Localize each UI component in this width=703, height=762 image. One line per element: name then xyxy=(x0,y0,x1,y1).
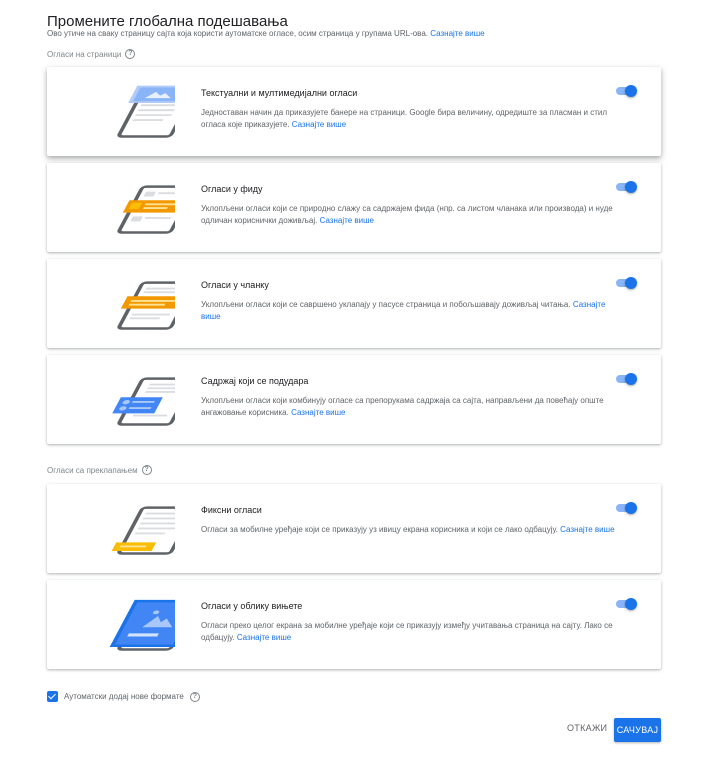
auto-add-formats-checkbox[interactable] xyxy=(47,691,58,702)
card-description: Једноставан начин да приказујете банере … xyxy=(201,107,621,131)
toggle-switch[interactable] xyxy=(615,373,637,385)
phone-banner-illustration-icon xyxy=(117,85,175,138)
ad-format-card-text-display: Текстуални и мултимедијални огласи Једно… xyxy=(47,67,661,156)
ad-format-card-vignette: Огласи у облику вињете Огласи преко цело… xyxy=(47,580,661,669)
card-description: Уклопљени огласи који се савршено уклапа… xyxy=(201,299,621,323)
learn-more-link[interactable]: Сазнајте више xyxy=(237,633,291,642)
card-title: Огласи у чланку xyxy=(201,280,269,290)
card-description-text: Уклопљени огласи који комбинују огласе с… xyxy=(201,396,604,417)
card-title: Фиксни огласи xyxy=(201,505,262,515)
help-icon[interactable]: ? xyxy=(125,49,136,59)
ad-format-card-in-article: Огласи у чланку Уклопљени огласи који се… xyxy=(47,259,661,348)
ad-format-card-anchor: Фиксни огласи Огласи за мобилне уређаје … xyxy=(47,484,661,573)
phone-feed-illustration-icon xyxy=(117,185,175,234)
toggle-thumb xyxy=(625,373,637,385)
card-title: Текстуални и мултимедијални огласи xyxy=(201,88,358,98)
learn-more-link[interactable]: Сазнајте више xyxy=(560,525,614,534)
card-title: Садржај који се подудара xyxy=(201,376,309,386)
page-subtitle-text: Ово утиче на сваку страницу сајта која к… xyxy=(47,29,429,38)
help-icon[interactable]: ? xyxy=(141,465,152,475)
ad-format-card-in-feed: Огласи у фиду Уклопљени огласи који се п… xyxy=(47,163,661,252)
toggle-thumb xyxy=(625,181,637,193)
cancel-button[interactable]: ОТКАЖИ xyxy=(563,721,611,735)
phone-vignette-illustration-icon xyxy=(109,599,175,651)
card-title: Огласи у фиду xyxy=(201,184,263,194)
learn-more-link[interactable]: Сазнајте више xyxy=(292,120,346,129)
toggle-switch[interactable] xyxy=(615,277,637,289)
section-label-overlay: Огласи са преклапањем ? xyxy=(47,465,152,475)
card-description: Уклопљени огласи који се природно слажу … xyxy=(201,203,621,227)
card-description: Огласи за мобилне уређаје који се приказ… xyxy=(201,524,621,536)
phone-anchor-illustration-icon xyxy=(111,506,175,555)
auto-add-formats-label: Аутоматски додај нове формате xyxy=(64,692,184,701)
learn-more-link[interactable]: Сазнајте више xyxy=(320,216,374,225)
toggle-thumb xyxy=(625,502,637,514)
page-title: Промените глобална подешавања xyxy=(47,13,288,30)
toggle-thumb xyxy=(625,85,637,97)
help-icon[interactable]: ? xyxy=(189,691,200,702)
card-description-text: Уклопљени огласи који се природно слажу … xyxy=(201,204,613,225)
card-description-text: Уклопљени огласи који се савршено уклапа… xyxy=(201,300,571,309)
phone-article-illustration-icon xyxy=(117,281,175,330)
toggle-switch[interactable] xyxy=(615,502,637,514)
card-description: Уклопљени огласи који комбинују огласе с… xyxy=(201,395,621,419)
toggle-thumb xyxy=(625,277,637,289)
page-subtitle: Ово утиче на сваку страницу сајта која к… xyxy=(47,29,485,38)
card-description: Огласи преко целог екрана за мобилне уре… xyxy=(201,620,621,644)
section-label-in-page: Огласи на страници ? xyxy=(47,49,136,59)
toggle-switch[interactable] xyxy=(615,181,637,193)
toggle-switch[interactable] xyxy=(615,85,637,97)
card-description-text: Једноставан начин да приказујете банере … xyxy=(201,108,608,129)
section-label-text: Огласи са преклапањем xyxy=(47,465,138,475)
phone-matched-content-illustration-icon xyxy=(112,377,175,426)
learn-more-link[interactable]: Сазнајте више xyxy=(291,408,345,417)
ad-format-card-matched-content: Садржај који се подудара Уклопљени оглас… xyxy=(47,355,661,444)
save-button[interactable]: САЧУВАЈ xyxy=(614,718,661,742)
toggle-thumb xyxy=(625,598,637,610)
card-title: Огласи у облику вињете xyxy=(201,601,303,611)
toggle-switch[interactable] xyxy=(615,598,637,610)
auto-add-formats-row: Аутоматски додај нове формате ? xyxy=(47,691,200,702)
card-description-text: Огласи за мобилне уређаје који се приказ… xyxy=(201,525,558,534)
learn-more-link[interactable]: Сазнајте више xyxy=(430,29,484,38)
section-label-text: Огласи на страници xyxy=(47,49,122,59)
